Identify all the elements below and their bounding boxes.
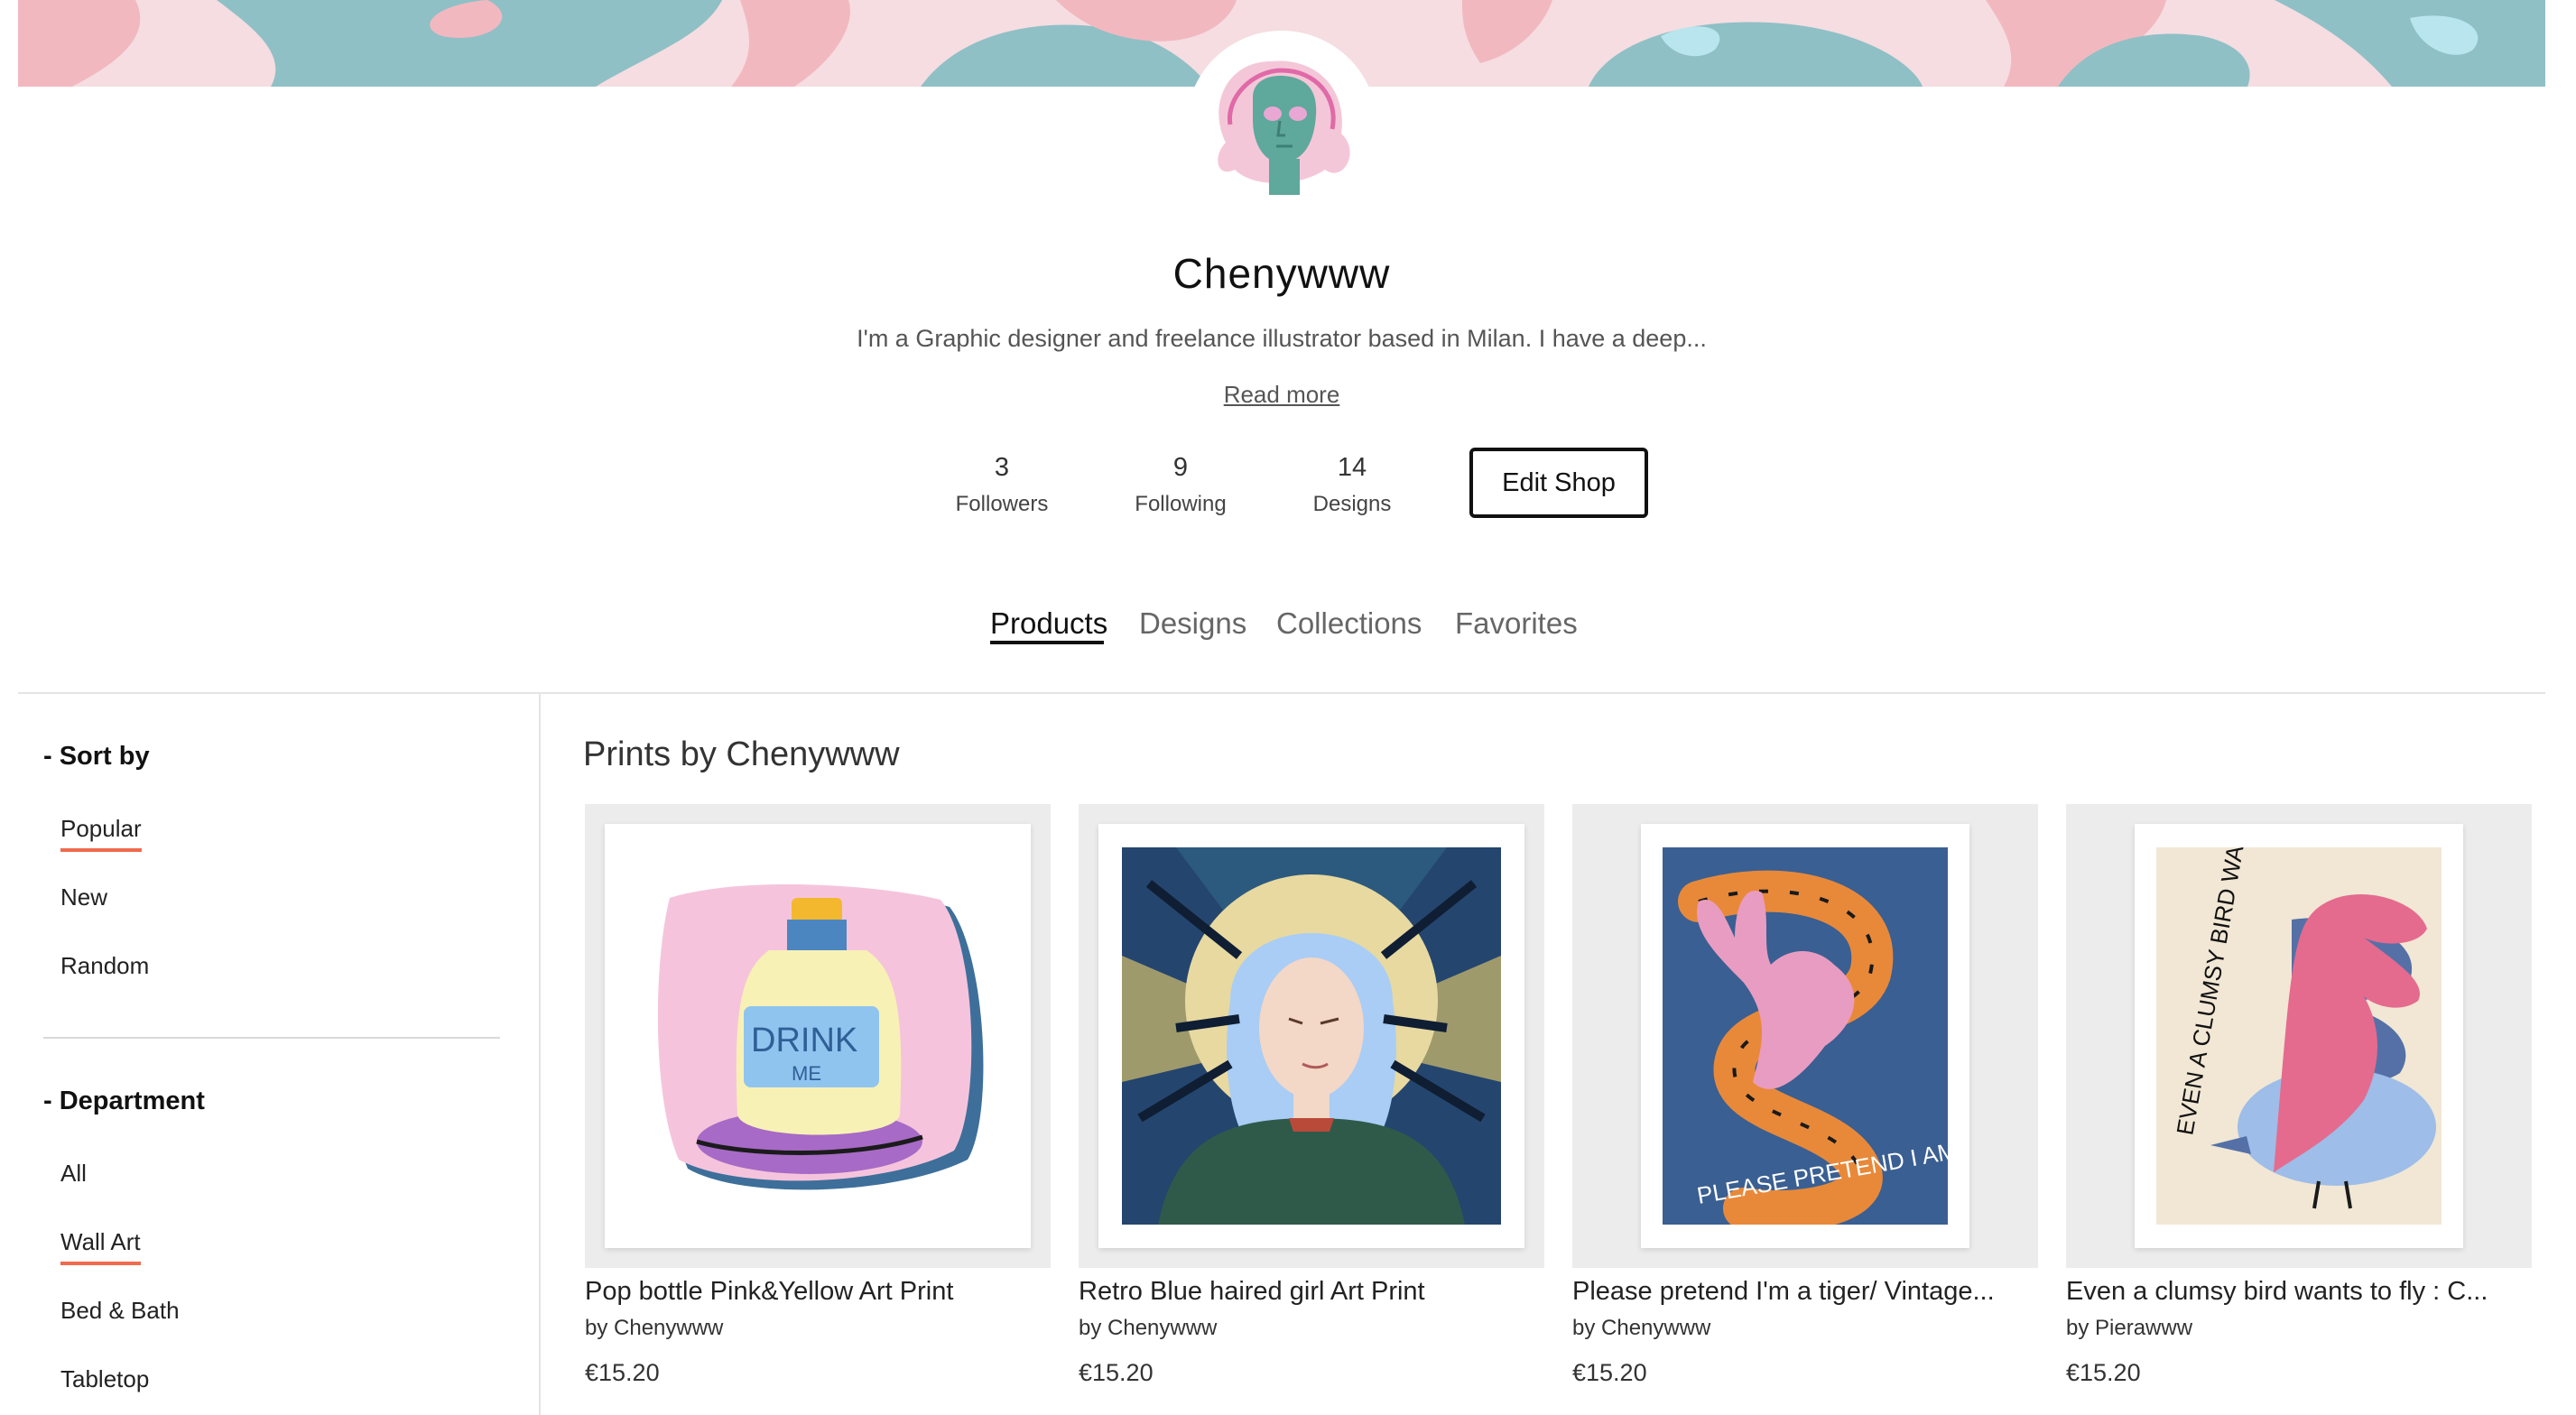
tiger-artwork: PLEASE PRETEND I AM A TIGER: [1663, 847, 1948, 1225]
avatar-illustration: [1190, 34, 1374, 218]
department-tabletop[interactable]: Tabletop: [60, 1365, 149, 1393]
product-title[interactable]: Even a clumsy bird wants to fly : C...: [2066, 1277, 2532, 1307]
product-artist[interactable]: by Chenywww: [1572, 1316, 2038, 1341]
followers-count: 3: [994, 453, 1010, 482]
blue-haired-girl-artwork: [1122, 847, 1501, 1225]
product-image[interactable]: EVEN A CLUMSY BIRD WANTS TO FLY: [2066, 804, 2532, 1268]
sidebar-divider: [539, 694, 541, 1415]
tab-products[interactable]: Products: [990, 606, 1107, 641]
followers-stat[interactable]: 3 Followers: [921, 453, 1083, 517]
product-image[interactable]: PLEASE PRETEND I AM A TIGER: [1572, 804, 2038, 1268]
product-card[interactable]: Retro Blue haired girl Art Print by Chen…: [1079, 804, 1544, 1387]
filter-separator: [43, 1037, 500, 1039]
following-count: 9: [1172, 453, 1189, 482]
following-stat[interactable]: 9 Following: [1099, 453, 1262, 517]
followers-label: Followers: [955, 492, 1049, 516]
product-artist[interactable]: by Chenywww: [1079, 1316, 1544, 1341]
drink-label: DRINK: [751, 1022, 857, 1059]
product-title[interactable]: Pop bottle Pink&Yellow Art Print: [585, 1277, 1051, 1307]
product-price: €15.20: [585, 1359, 660, 1386]
product-artist[interactable]: by Pierawww: [2066, 1316, 2532, 1341]
products-section-title: Prints by Chenywww: [583, 735, 900, 773]
shop-name: Chenywww: [1172, 250, 1391, 297]
product-price: €15.20: [1572, 1359, 1647, 1386]
product-price: €15.20: [1079, 1359, 1154, 1386]
designs-label: Designs: [1312, 492, 1392, 516]
me-label: ME: [792, 1062, 821, 1085]
tab-designs[interactable]: Designs: [1139, 606, 1246, 641]
clumsy-bird-artwork: EVEN A CLUMSY BIRD WANTS TO FLY: [2156, 847, 2442, 1225]
product-artist[interactable]: by Chenywww: [585, 1316, 1051, 1341]
sort-option-new[interactable]: New: [60, 883, 107, 911]
shop-bio: I'm a Graphic designer and freelance ill…: [857, 325, 1707, 352]
edit-shop-button[interactable]: Edit Shop: [1469, 448, 1648, 518]
product-title[interactable]: Please pretend I'm a tiger/ Vintage...: [1572, 1277, 2038, 1307]
product-card[interactable]: EVEN A CLUMSY BIRD WANTS TO FLY Even a c…: [2066, 804, 2532, 1387]
read-more-label[interactable]: Read more: [1224, 381, 1340, 408]
product-image[interactable]: [1079, 804, 1544, 1268]
tabs-divider: [18, 692, 2545, 694]
following-label: Following: [1135, 492, 1227, 516]
shop-page: Chenywww I'm a Graphic designer and free…: [0, 0, 2576, 1415]
designs-count: 14: [1337, 453, 1367, 482]
shop-avatar[interactable]: [1190, 34, 1374, 218]
tab-collections[interactable]: Collections: [1276, 606, 1422, 641]
department-heading[interactable]: - Department: [43, 1087, 205, 1116]
pop-bottle-artwork: DRINK ME: [625, 844, 1011, 1228]
product-image[interactable]: DRINK ME: [585, 804, 1051, 1268]
sort-by-heading[interactable]: - Sort by: [43, 742, 150, 772]
active-tab-indicator: [990, 641, 1104, 644]
product-card[interactable]: PLEASE PRETEND I AM A TIGER Please prete…: [1572, 804, 2038, 1387]
tab-favorites[interactable]: Favorites: [1455, 606, 1578, 641]
sort-option-popular[interactable]: Popular: [60, 815, 142, 852]
designs-stat[interactable]: 14 Designs: [1271, 453, 1433, 517]
read-more-link[interactable]: Read more: [0, 381, 2563, 409]
sort-option-random[interactable]: Random: [60, 952, 149, 980]
department-wall-art[interactable]: Wall Art: [60, 1228, 141, 1265]
department-bed-bath[interactable]: Bed & Bath: [60, 1297, 180, 1325]
department-all[interactable]: All: [60, 1160, 87, 1188]
product-card[interactable]: DRINK ME Pop bottle Pink&Yellow Art Prin…: [585, 804, 1051, 1387]
product-price: €15.20: [2066, 1359, 2141, 1386]
product-title[interactable]: Retro Blue haired girl Art Print: [1079, 1277, 1544, 1307]
